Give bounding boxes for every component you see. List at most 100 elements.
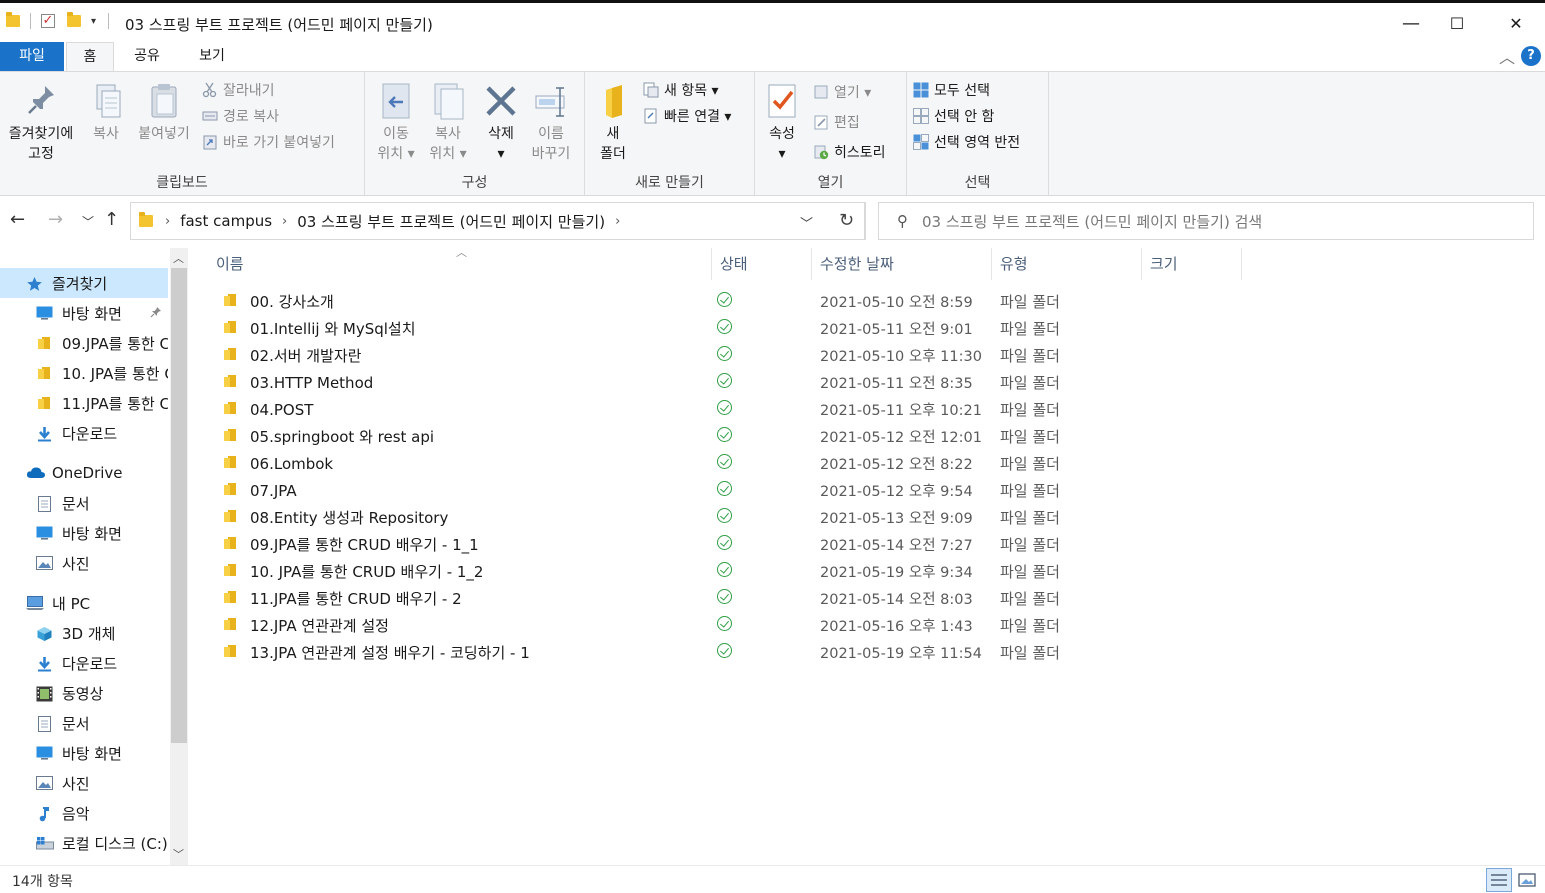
select-all-button[interactable]: 모두 선택 [913, 80, 990, 100]
file-row[interactable]: 02.서버 개발자란 2021-05-10 오후 11:30 파일 폴더 [210, 342, 1260, 369]
nav-item[interactable]: OneDrive [0, 458, 168, 488]
open-button[interactable]: 열기 ▾ [813, 82, 871, 102]
file-row[interactable]: 06.Lombok 2021-05-12 오전 8:22 파일 폴더 [210, 450, 1260, 477]
nav-item[interactable]: 바탕 화면 [0, 518, 168, 548]
column-header-name[interactable]: 이름 [208, 248, 712, 280]
delete-button[interactable]: 삭제 ▾ [477, 78, 525, 164]
tab-home[interactable]: 홈 [66, 42, 114, 71]
file-row[interactable]: 12.JPA 연관관계 설정 2021-05-16 오후 1:43 파일 폴더 [210, 612, 1260, 639]
nav-item[interactable]: 음악 [0, 798, 168, 828]
scroll-up-icon[interactable]: ︿ [173, 250, 184, 266]
breadcrumb-separator-icon[interactable]: › [615, 214, 620, 229]
move-to-icon [379, 82, 413, 120]
file-row[interactable]: 03.HTTP Method 2021-05-11 오전 8:35 파일 폴더 [210, 369, 1260, 396]
nav-item[interactable]: 사진 [0, 548, 168, 578]
new-group: 새 폴더 새 항목 ▾ 빠른 연결 ▾ 새로 만들기 [585, 72, 755, 196]
details-view-button[interactable] [1486, 868, 1512, 892]
nav-item[interactable]: 로컬 디스크 (C:) [0, 828, 168, 858]
column-header-status[interactable]: 상태 [712, 248, 812, 280]
delete-label: 삭제 ▾ [488, 126, 514, 162]
nav-item[interactable]: 바탕 화면 [0, 298, 168, 328]
column-header-type[interactable]: 유형 [992, 248, 1142, 280]
file-row[interactable]: 05.springboot 와 rest api 2021-05-12 오전 12… [210, 423, 1260, 450]
paste-button[interactable]: 붙여넣기 [132, 78, 196, 144]
customize-qa-dropdown-icon[interactable]: ▾ [91, 16, 96, 27]
file-row[interactable]: 08.Entity 생성과 Repository 2021-05-13 오전 9:… [210, 504, 1260, 531]
tab-view[interactable]: 보기 [182, 42, 242, 71]
file-type: 파일 폴더 [1000, 509, 1060, 527]
file-row[interactable]: 13.JPA 연관관계 설정 배우기 - 코딩하기 - 1 2021-05-19 … [210, 639, 1260, 666]
properties-qa-icon[interactable]: ✓ [41, 14, 55, 28]
nav-item[interactable]: 사진 [0, 768, 168, 798]
nav-item[interactable]: 다운로드 [0, 418, 168, 448]
column-header-modified[interactable]: 수정한 날짜 [812, 248, 992, 280]
file-row[interactable]: 11.JPA를 통한 CRUD 배우기 - 2 2021-05-14 오전 8:0… [210, 585, 1260, 612]
address-history-dropdown-icon[interactable]: ﹀ [800, 213, 813, 232]
search-input[interactable]: ⚲ 03 스프링 부트 프로젝트 (어드민 페이지 만들기) 검색 [878, 202, 1534, 240]
file-row[interactable]: 04.POST 2021-05-11 오후 10:21 파일 폴더 [210, 396, 1260, 423]
file-row[interactable]: 09.JPA를 통한 CRUD 배우기 - 1_1 2021-05-14 오전 7… [210, 531, 1260, 558]
forward-button[interactable]: → [48, 209, 63, 230]
nav-item[interactable]: 바탕 화면 [0, 738, 168, 768]
invert-selection-button[interactable]: 선택 영역 반전 [913, 132, 1020, 152]
breadcrumb-separator-icon[interactable]: › [165, 214, 170, 229]
breadcrumb-item[interactable]: fast campus [180, 212, 272, 230]
modified-date: 2021-05-19 오후 11:54 [820, 646, 982, 662]
nav-item[interactable]: 내 PC [0, 588, 168, 618]
nav-item[interactable]: 09.JPA를 통한 C [0, 328, 168, 358]
nav-item[interactable]: 11.JPA를 통한 C [0, 388, 168, 418]
pin-icon [24, 82, 58, 120]
copy-to-button[interactable]: 복사 위치 ▾ [423, 78, 473, 164]
select-none-label: 선택 안 함 [934, 109, 995, 125]
new-folder-button[interactable]: 새 폴더 [591, 78, 635, 164]
close-button[interactable]: ✕ [1493, 9, 1539, 39]
nav-item[interactable]: 3D 개체 [0, 618, 168, 648]
help-icon[interactable]: ? [1521, 46, 1541, 66]
file-row[interactable]: 01.Intellij 와 MySql설치 2021-05-11 오전 9:01 파… [210, 315, 1260, 342]
copy-path-button[interactable]: 경로 복사 [202, 106, 279, 126]
recent-locations-icon[interactable]: ﹀ [82, 213, 94, 230]
large-icons-view-button[interactable] [1514, 868, 1540, 892]
move-to-button[interactable]: 이동 위치 ▾ [371, 78, 421, 164]
file-name: 00. 강사소개 [250, 293, 334, 311]
easy-access-button[interactable]: 빠른 연결 ▾ [643, 106, 731, 126]
rename-button[interactable]: 이름 바꾸기 [525, 78, 577, 164]
back-button[interactable]: ← [10, 209, 25, 230]
new-folder-qa-icon[interactable] [67, 12, 81, 27]
copy-button[interactable]: 복사 [84, 78, 128, 144]
file-row[interactable]: 10. JPA를 통한 CRUD 배우기 - 1_2 2021-05-19 오후 … [210, 558, 1260, 585]
maximize-button[interactable]: ☐ [1434, 9, 1480, 39]
minimize-button[interactable]: — [1388, 9, 1434, 39]
file-row[interactable]: 00. 강사소개 2021-05-10 오전 8:59 파일 폴더 [210, 288, 1260, 315]
file-row[interactable]: 07.JPA 2021-05-12 오후 9:54 파일 폴더 [210, 477, 1260, 504]
address-bar[interactable]: › fast campus › 03 스프링 부트 프로젝트 (어드민 페이지 … [130, 202, 865, 240]
large-icons-view-icon [1518, 873, 1536, 887]
breadcrumb-item[interactable]: 03 스프링 부트 프로젝트 (어드민 페이지 만들기) [297, 211, 605, 232]
download-icon [36, 656, 53, 672]
paste-shortcut-button[interactable]: 바로 가기 붙여넣기 [202, 132, 335, 152]
refresh-button[interactable]: ↻ [828, 202, 866, 240]
properties-button[interactable]: 속성 ▾ [761, 78, 803, 164]
column-header-size[interactable]: 크기 [1142, 248, 1242, 280]
breadcrumb-separator-icon[interactable]: › [282, 214, 287, 229]
new-item-button[interactable]: 새 항목 ▾ [643, 80, 719, 100]
nav-item[interactable]: 동영상 [0, 678, 168, 708]
desktop-icon [36, 306, 53, 320]
nav-item[interactable]: 즐겨찾기 [0, 268, 168, 298]
tab-share[interactable]: 공유 [122, 42, 172, 71]
history-button[interactable]: 히스토리 [813, 142, 886, 162]
tab-file[interactable]: 파일 [0, 42, 64, 71]
up-button[interactable]: ↑ [104, 209, 119, 230]
nav-item[interactable]: 문서 [0, 488, 168, 518]
edit-button[interactable]: 편집 [813, 112, 860, 132]
select-none-button[interactable]: 선택 안 함 [913, 106, 994, 126]
nav-scrollbar-thumb[interactable] [171, 268, 187, 743]
collapse-ribbon-icon[interactable]: ︿ [1499, 44, 1515, 68]
scroll-down-icon[interactable]: ﹀ [173, 846, 184, 862]
cut-button[interactable]: 잘라내기 [202, 80, 275, 100]
nav-item[interactable]: 다운로드 [0, 648, 168, 678]
nav-item[interactable]: 문서 [0, 708, 168, 738]
nav-item[interactable]: 10. JPA를 통한 C [0, 358, 168, 388]
nav-item-label: 다운로드 [62, 424, 118, 443]
pin-to-quick-access-button[interactable]: 즐겨찾기에 고정 [2, 78, 80, 164]
